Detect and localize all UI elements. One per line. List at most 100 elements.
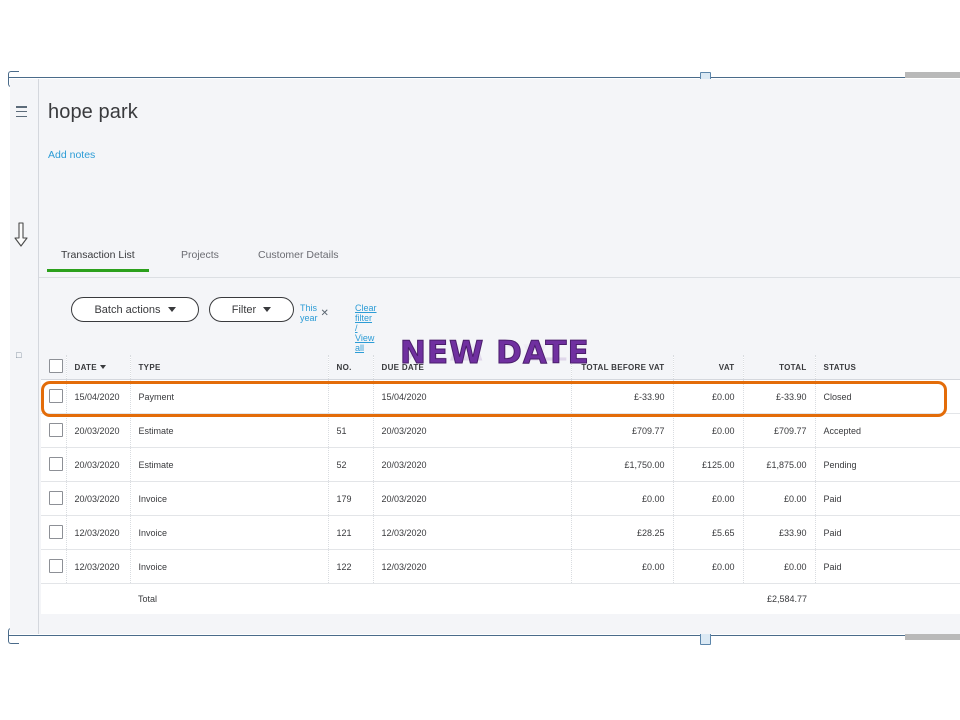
status-badge: Paid (815, 516, 960, 550)
cell-total-before-vat: £1,750.00 (571, 448, 673, 482)
transaction-table-body: 15/04/2020 Payment 15/04/2020 £-33.90 £0… (41, 380, 960, 615)
cell-total: £33.90 (743, 516, 815, 550)
column-label-date: DATE (75, 363, 97, 372)
row-select-cell (41, 516, 66, 550)
table-row[interactable]: 15/04/2020 Payment 15/04/2020 £-33.90 £0… (41, 380, 960, 414)
table-row[interactable]: 12/03/2020 Invoice 121 12/03/2020 £28.25… (41, 516, 960, 550)
object-edge-top-right (905, 72, 960, 78)
total-amount: £2,584.77 (743, 584, 815, 615)
row-checkbox[interactable] (49, 457, 63, 471)
row-checkbox[interactable] (49, 491, 63, 505)
cell-due-date: 20/03/2020 (373, 414, 571, 448)
row-select-cell (41, 380, 66, 414)
active-filter-chip[interactable]: This year ✕ (300, 303, 329, 323)
total-spacer-cell (673, 584, 743, 615)
column-header-status[interactable]: STATUS (815, 355, 960, 380)
cell-no: 121 (328, 516, 373, 550)
cell-no: 51 (328, 414, 373, 448)
add-notes-link[interactable]: Add notes (48, 149, 95, 161)
table-row[interactable]: 20/03/2020 Estimate 51 20/03/2020 £709.7… (41, 414, 960, 448)
cell-vat: £0.00 (673, 482, 743, 516)
transaction-table: DATE TYPE NO. DUE DATE TOTAL BEFORE VAT … (41, 355, 960, 614)
row-select-cell (41, 448, 66, 482)
cell-type: Invoice (130, 550, 328, 584)
cell-due-date: 20/03/2020 (373, 448, 571, 482)
clear-filter-link[interactable]: Clear filter / View all (355, 303, 377, 353)
filter-button[interactable]: Filter (209, 297, 294, 322)
filter-label: Filter (232, 304, 256, 316)
column-header-total[interactable]: TOTAL (743, 355, 815, 380)
active-filter-label: This year (300, 303, 318, 323)
tab-customer-details[interactable]: Customer Details (258, 249, 339, 271)
status-badge: Accepted (815, 414, 960, 448)
batch-actions-label: Batch actions (94, 304, 160, 316)
cell-total-before-vat: £709.77 (571, 414, 673, 448)
table-row[interactable]: 20/03/2020 Estimate 52 20/03/2020 £1,750… (41, 448, 960, 482)
screenshot-canvas: □ hope park Add notes Transaction List P… (0, 0, 960, 720)
table-total-row: Total £2,584.77 (41, 584, 960, 615)
row-checkbox[interactable] (49, 389, 63, 403)
select-all-checkbox[interactable] (49, 359, 63, 373)
cell-type: Payment (130, 380, 328, 414)
cell-vat: £5.65 (673, 516, 743, 550)
column-header-date[interactable]: DATE (66, 355, 130, 380)
total-label: Total (130, 584, 328, 615)
cell-type: Estimate (130, 414, 328, 448)
status-badge: Pending (815, 448, 960, 482)
object-selection-top-edge (8, 77, 960, 78)
close-icon[interactable]: ✕ (321, 308, 329, 319)
cell-date: 20/03/2020 (66, 448, 130, 482)
hamburger-menu-icon[interactable] (16, 106, 27, 117)
total-spacer-cell (815, 584, 960, 615)
cell-type: Estimate (130, 448, 328, 482)
cell-date: 20/03/2020 (66, 414, 130, 448)
table-row[interactable]: 20/03/2020 Invoice 179 20/03/2020 £0.00 … (41, 482, 960, 516)
chevron-down-icon (168, 307, 176, 312)
column-header-type[interactable]: TYPE (130, 355, 328, 380)
row-select-cell (41, 550, 66, 584)
cell-date: 12/03/2020 (66, 550, 130, 584)
transaction-table-container: DATE TYPE NO. DUE DATE TOTAL BEFORE VAT … (41, 355, 960, 614)
cell-date: 12/03/2020 (66, 516, 130, 550)
row-select-cell (41, 414, 66, 448)
total-spacer-cell (373, 584, 571, 615)
status-badge: Paid (815, 550, 960, 584)
left-navigation-rail: □ (10, 79, 39, 634)
select-all-header (41, 355, 66, 380)
cell-vat: £125.00 (673, 448, 743, 482)
cell-no: 122 (328, 550, 373, 584)
total-spacer-cell (571, 584, 673, 615)
cell-total: £709.77 (743, 414, 815, 448)
cell-no (328, 380, 373, 414)
cell-vat: £0.00 (673, 550, 743, 584)
down-arrow-icon (12, 222, 30, 248)
cell-total: £0.00 (743, 550, 815, 584)
table-row[interactable]: 12/03/2020 Invoice 122 12/03/2020 £0.00 … (41, 550, 960, 584)
row-checkbox[interactable] (49, 423, 63, 437)
wordart-annotation: NEW DATE (400, 338, 590, 369)
column-header-vat[interactable]: VAT (673, 355, 743, 380)
page-title: hope park (48, 101, 138, 124)
cell-due-date: 12/03/2020 (373, 550, 571, 584)
tab-projects[interactable]: Projects (181, 249, 219, 271)
total-spacer-cell (328, 584, 373, 615)
object-selection-bottom-edge (8, 635, 960, 636)
cell-due-date: 15/04/2020 (373, 380, 571, 414)
cell-vat: £0.00 (673, 414, 743, 448)
row-select-cell (41, 482, 66, 516)
object-edge-bottom-right (905, 634, 960, 640)
cell-due-date: 12/03/2020 (373, 516, 571, 550)
cell-no: 52 (328, 448, 373, 482)
column-header-no[interactable]: NO. (328, 355, 373, 380)
batch-actions-button[interactable]: Batch actions (71, 297, 199, 322)
cell-type: Invoice (130, 516, 328, 550)
tab-transaction-list[interactable]: Transaction List (61, 249, 135, 271)
cell-total-before-vat: £-33.90 (571, 380, 673, 414)
row-checkbox[interactable] (49, 525, 63, 539)
rail-marker-icon: □ (16, 351, 21, 360)
row-checkbox[interactable] (49, 559, 63, 573)
chevron-down-icon (100, 365, 106, 369)
status-badge: Paid (815, 482, 960, 516)
cell-vat: £0.00 (673, 380, 743, 414)
cell-due-date: 20/03/2020 (373, 482, 571, 516)
